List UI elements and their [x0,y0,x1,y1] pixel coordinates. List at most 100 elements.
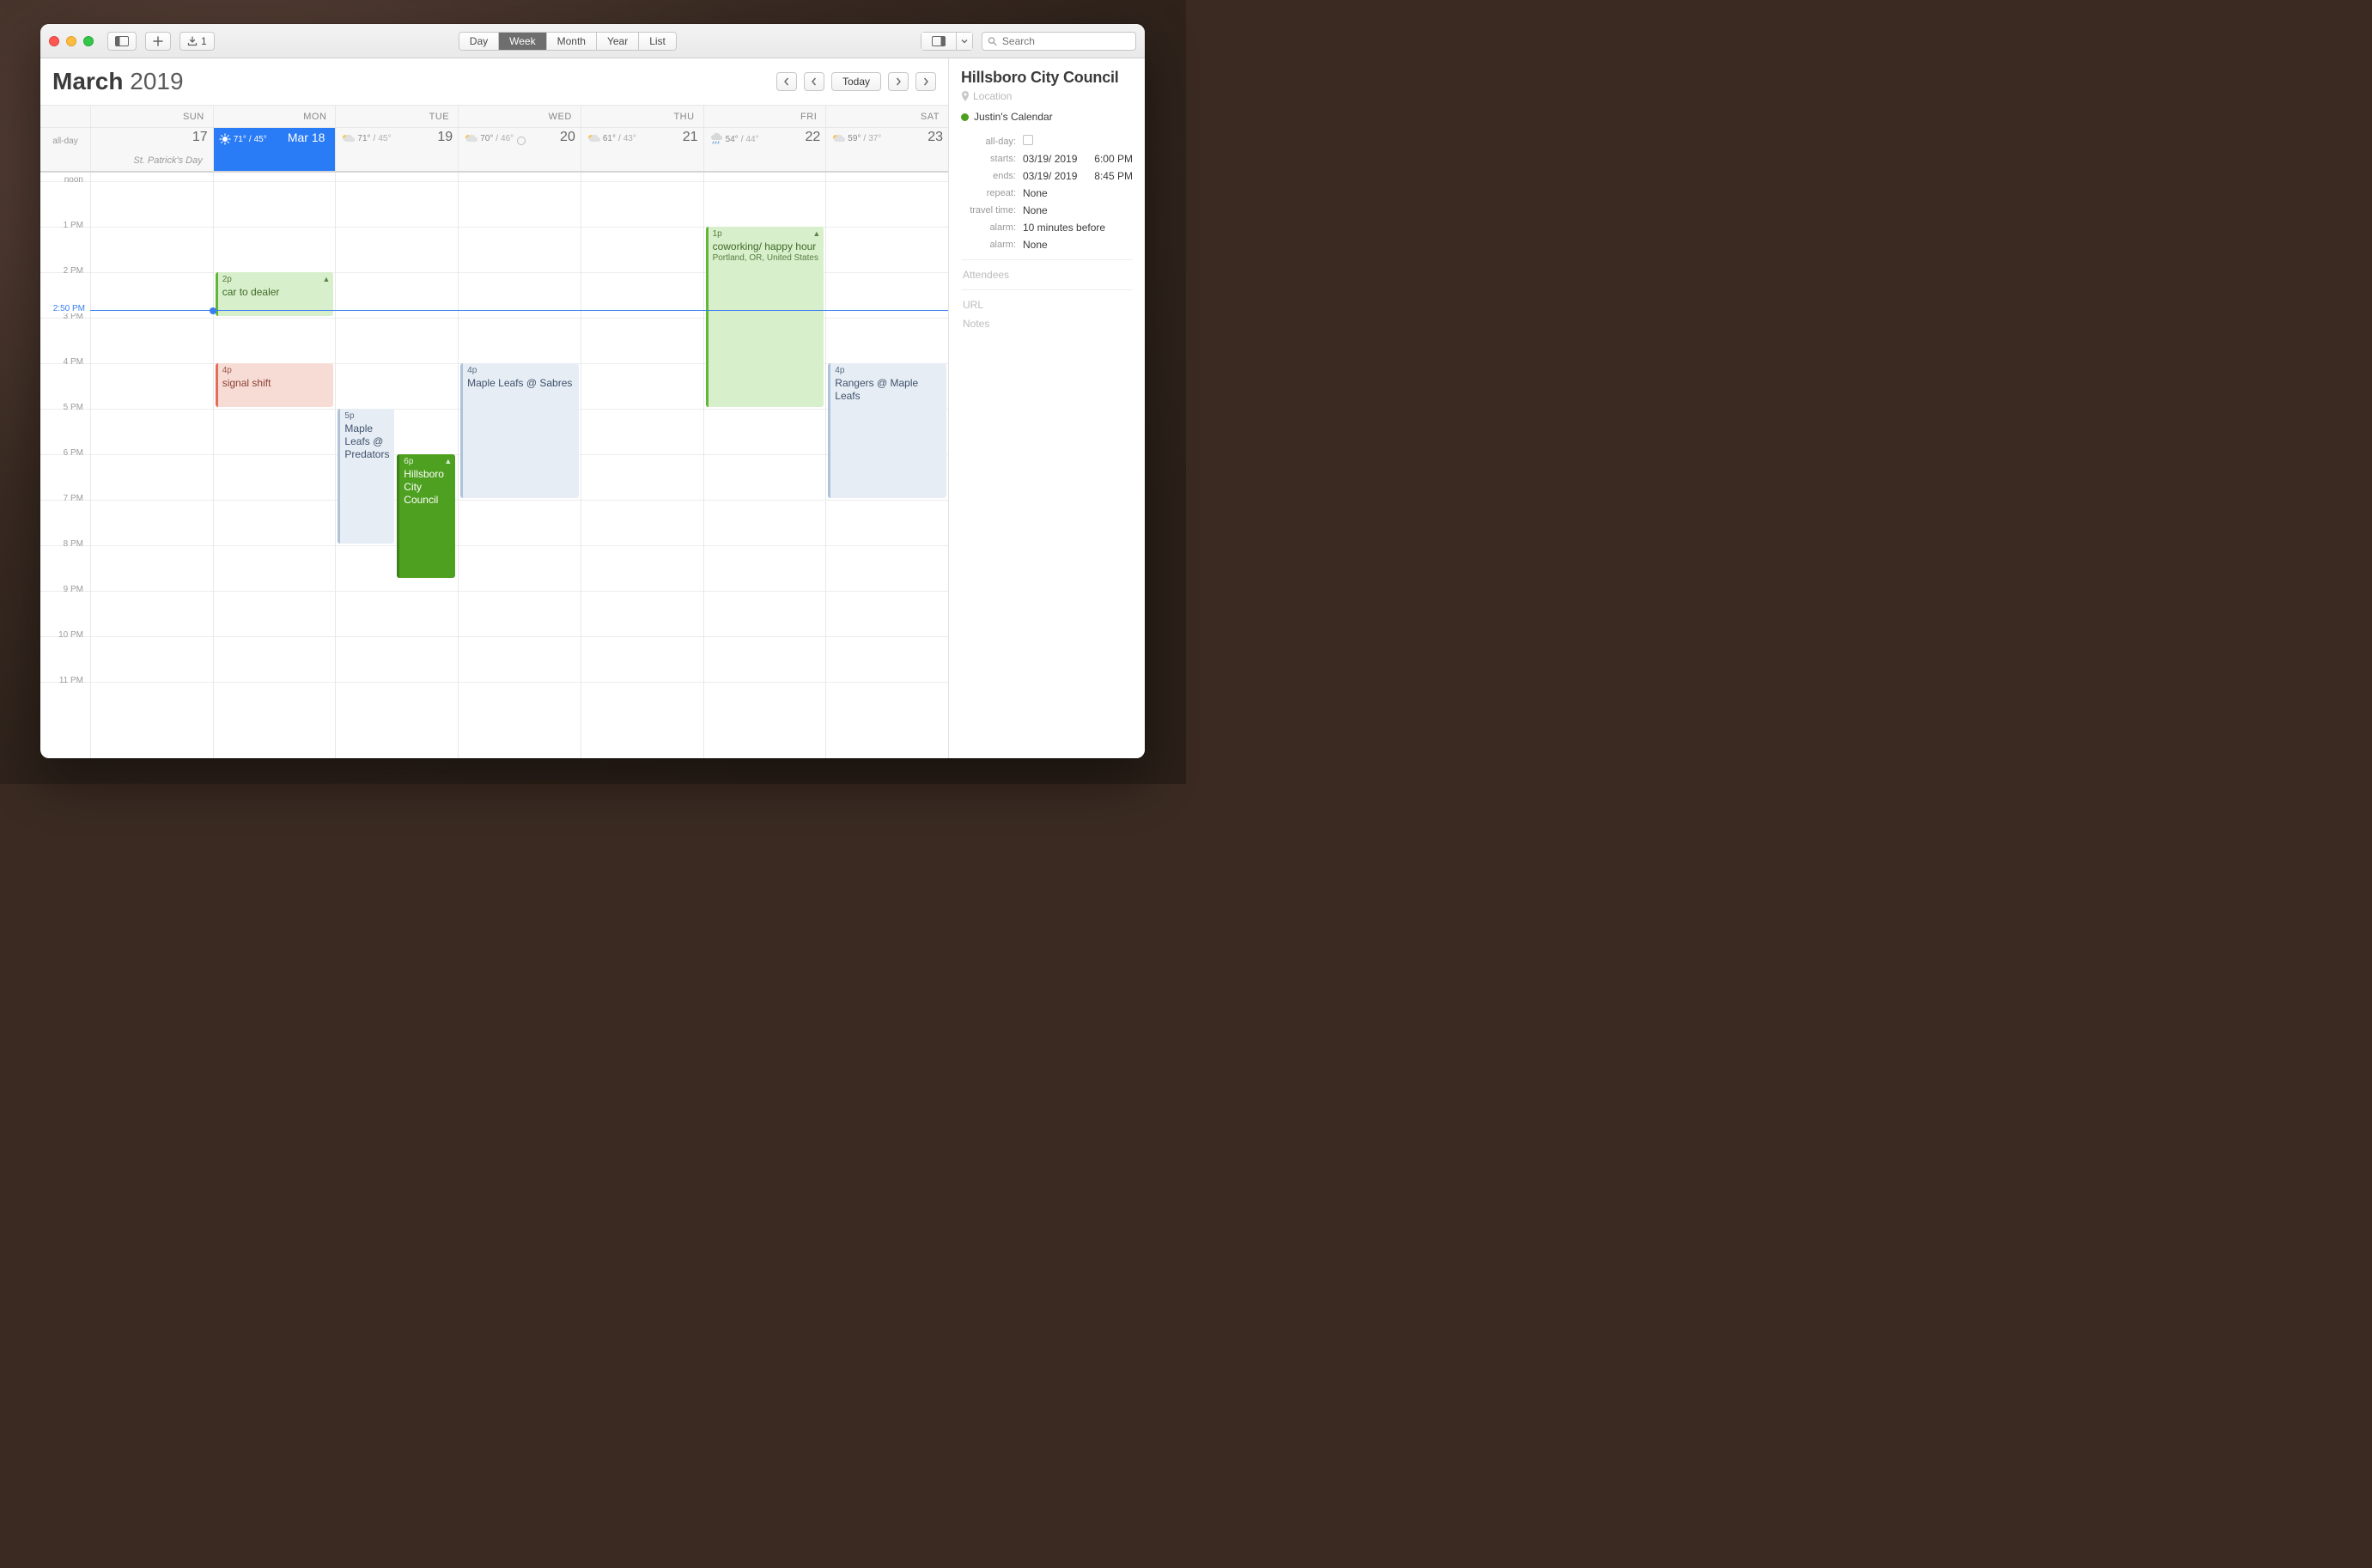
inspector-menu-button[interactable] [956,33,972,50]
view-list[interactable]: List [638,33,676,50]
repeat-key: repeat: [961,188,1023,198]
alarm1-key: alarm: [961,222,1023,233]
event-time: 5p [344,411,389,422]
weather-2: 71°/45° [341,133,391,143]
day-col-tue[interactable]: 5pMaple Leafs @ Predators6pHillsboro Cit… [335,173,458,758]
day-col-mon[interactable]: 2pcar to dealer▲4psignal shift [213,173,336,758]
date-number: 20 [560,130,575,145]
inbox-count: 1 [201,35,207,47]
event-title: Rangers @ Maple Leafs [835,377,942,403]
location-placeholder: Location [973,90,1012,102]
search-icon [988,36,997,46]
event[interactable]: 4pRangers @ Maple Leafs [828,363,946,498]
inspector-toggle-group [921,32,973,51]
day-col-wed[interactable]: 4pMaple Leafs @ Sabres [458,173,581,758]
prev-week-button[interactable] [804,72,824,91]
allday-checkbox[interactable] [1023,135,1033,145]
allday-cell-thu[interactable]: 61°/43°21 [581,128,703,154]
close-button[interactable] [49,36,59,46]
plus-icon [153,36,163,46]
day-columns: 2pcar to dealer▲4psignal shift 5pMaple L… [40,173,948,758]
chevron-left-icon [783,77,790,86]
date-number: 19 [437,130,453,145]
weekday-header-row: SUN MON TUE WED THU FRI SAT [40,106,948,128]
event-time: 4p [467,366,575,377]
prev-week-outer-button[interactable] [776,72,797,91]
weather-5: 54°/44° [709,133,759,145]
calendar-name: Justin's Calendar [974,111,1053,123]
view-week[interactable]: Week [498,33,545,50]
event[interactable]: 6pHillsboro City Council▲ [397,454,455,578]
day-col-thu[interactable] [581,173,703,758]
current-time-line: 2:50 PM [40,310,948,311]
next-week-button[interactable] [888,72,909,91]
event[interactable]: 4psignal shift [216,363,334,407]
inspector-location[interactable]: Location [961,90,1133,102]
weather-3: 70°/46° [464,133,514,143]
add-event-button[interactable] [145,32,171,51]
allday-cell-wed[interactable]: 70°/46° 20 [458,128,581,154]
event-inspector: Hillsboro City Council Location Justin's… [949,58,1145,758]
view-month[interactable]: Month [546,33,596,50]
search-input[interactable] [1000,34,1130,48]
holiday-cell: St. Patrick's Day [90,154,213,171]
day-col-sat[interactable]: 4pRangers @ Maple Leafs [825,173,948,758]
starts-time[interactable]: 6:00 PM [1085,153,1133,165]
event-title: signal shift [222,377,330,390]
allday-cell-sun[interactable]: 17 [90,128,213,154]
view-switcher: DayWeekMonthYearList [459,32,677,51]
inspector-toggle-button[interactable] [921,33,956,50]
view-day[interactable]: Day [459,33,498,50]
month-title: March 2019 [52,68,184,95]
sidebar-toggle-button[interactable] [107,32,137,51]
repeat-value[interactable]: None [1023,187,1133,199]
event[interactable]: 4pMaple Leafs @ Sabres [460,363,579,498]
event[interactable]: 1pcoworking/ happy hourPortland, OR, Uni… [706,227,824,407]
ends-time[interactable]: 8:45 PM [1085,170,1133,182]
date-today-label: Mar 18 [288,131,325,144]
current-time-label: 2:50 PM [40,304,90,313]
next-week-outer-button[interactable] [915,72,936,91]
attendees-field[interactable]: Attendees [961,269,1133,281]
zoom-button[interactable] [83,36,94,46]
view-year[interactable]: Year [596,33,638,50]
search-field[interactable] [982,32,1136,51]
location-icon [961,91,970,101]
weekday-mon: MON [213,106,336,127]
date-number: 22 [805,130,820,145]
allday-cell-fri[interactable]: 54°/44° 22 [703,128,826,154]
allday-cell-tue[interactable]: 71°/45° 19 [335,128,458,154]
weekday-fri: FRI [703,106,826,127]
month-name: March [52,68,123,94]
weekday-tue: TUE [335,106,458,127]
url-field[interactable]: URL [961,299,1133,311]
moon-phase-icon [517,137,526,145]
inspector-title[interactable]: Hillsboro City Council [961,69,1133,87]
today-button[interactable]: Today [831,72,881,91]
allday-cell-sat[interactable]: 59°/37°23 [825,128,948,154]
month-header: March 2019 Today [40,58,948,106]
starts-key: starts: [961,154,1023,164]
ends-date[interactable]: 03/19/ 2019 [1023,170,1085,182]
date-number: 17 [192,130,208,145]
allday-cell-mon[interactable]: 71°/45°18Mar 18 [213,128,336,154]
day-col-sun[interactable] [90,173,213,758]
weekday-thu: THU [581,106,703,127]
event-title: Maple Leafs @ Sabres [467,377,575,390]
allday-label: all-day [40,128,90,154]
alarm2-value[interactable]: None [1023,239,1133,251]
calendar-color-dot [961,113,969,121]
minimize-button[interactable] [66,36,76,46]
starts-date[interactable]: 03/19/ 2019 [1023,153,1085,165]
event[interactable]: 5pMaple Leafs @ Predators [338,409,393,544]
alarm1-value[interactable]: 10 minutes before [1023,222,1133,234]
hours-grid[interactable]: noon1 PM2 PM3 PM4 PM5 PM6 PM7 PM8 PM9 PM… [40,173,948,758]
inbox-button[interactable]: 1 [179,32,215,51]
allday-key: all-day: [961,137,1023,147]
notes-field[interactable]: Notes [961,318,1133,330]
date-number: 23 [928,130,943,145]
day-col-fri[interactable]: 1pcoworking/ happy hourPortland, OR, Uni… [703,173,826,758]
inspector-calendar[interactable]: Justin's Calendar [961,111,1133,123]
current-time-dot [210,307,216,314]
travel-value[interactable]: None [1023,204,1133,216]
